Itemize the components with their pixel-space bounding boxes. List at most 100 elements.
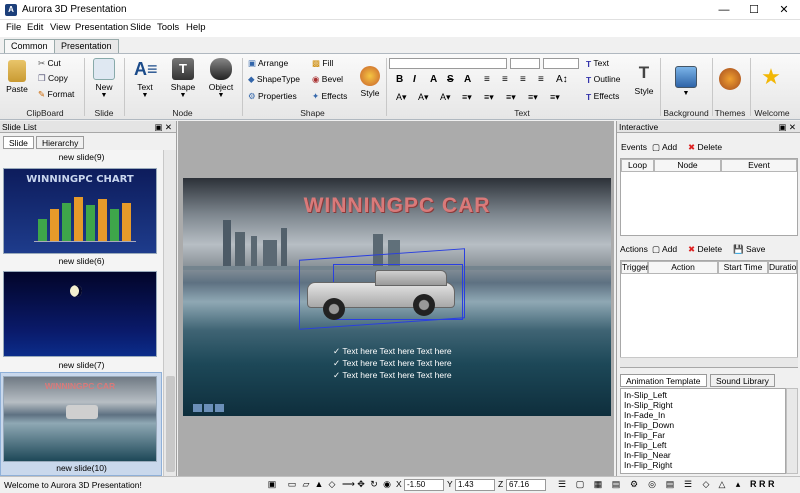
menu-tools[interactable]: Tools — [157, 22, 179, 33]
menu-slide[interactable]: Slide — [130, 22, 151, 33]
save-action-button[interactable]: 💾 Save — [733, 244, 765, 255]
align-left-icon[interactable]: ≡ — [484, 74, 490, 85]
menu-view[interactable]: View — [50, 22, 70, 33]
cube3-icon[interactable]: △ — [716, 479, 728, 490]
grid-icon[interactable]: ▦ — [592, 479, 604, 490]
shadow-icon[interactable]: A▾ — [440, 92, 451, 103]
align-right-icon[interactable]: ≡ — [520, 74, 526, 85]
cube-icon[interactable]: ▱ — [300, 479, 312, 490]
slide-title[interactable]: WINNINGPC CAR — [183, 194, 611, 218]
cube2-icon[interactable]: ▲ — [313, 479, 325, 490]
camera-icon[interactable]: ▣ — [266, 479, 278, 490]
background-button[interactable]: ▼ — [662, 66, 710, 97]
list-item[interactable]: In-Flip_Down — [624, 420, 674, 430]
prev-icon[interactable] — [193, 404, 202, 412]
page-icon[interactable]: ▭ — [286, 479, 298, 490]
bullet-item[interactable]: ✓ Text here Text here Text here — [333, 346, 452, 357]
z-coordinate-input[interactable]: 67.16 — [506, 479, 546, 491]
welcome-button[interactable]: ★ — [754, 66, 788, 90]
slide-thumbnail[interactable]: WINNINGPC CAR — [3, 376, 157, 462]
bullet-item[interactable]: ✓ Text here Text here Text here — [333, 358, 452, 369]
bullet-item[interactable]: ✓ Text here Text here Text here — [333, 370, 452, 381]
list-item[interactable]: In-Slip_Right — [624, 400, 673, 410]
actions-table[interactable] — [620, 260, 798, 368]
list-item[interactable]: In-Flip_Right — [624, 460, 672, 470]
tab-animation-template[interactable]: Animation Template — [620, 374, 707, 387]
close-icon[interactable]: ✕ — [769, 0, 799, 20]
shapetype-button[interactable]: ◆ ShapeType — [248, 74, 300, 85]
slide-thumbnail[interactable] — [3, 271, 157, 357]
y-coordinate-input[interactable]: 1.43 — [455, 479, 495, 491]
list-item[interactable]: In-Flip_Far — [624, 430, 665, 440]
slide-canvas[interactable]: WINNINGPC CAR ✓ Text here Text here Text… — [183, 178, 611, 416]
themes-label[interactable]: Themes — [712, 108, 748, 118]
maximize-icon[interactable]: ☐ — [739, 0, 769, 20]
welcome-label[interactable]: Welcome — [752, 108, 792, 118]
slide-list-scrollbar[interactable] — [163, 150, 176, 476]
view-icon[interactable]: ◇ — [326, 479, 338, 490]
template-scrollbar[interactable] — [786, 388, 798, 474]
font-style-select[interactable] — [543, 58, 579, 69]
scale-icon[interactable]: ◉ — [381, 479, 393, 490]
letter-spacing-icon[interactable]: A↕ — [556, 74, 568, 85]
indent-icon[interactable]: ≡▾ — [484, 92, 494, 103]
list-item[interactable]: In-Flip_Near — [624, 450, 671, 460]
font-a-button[interactable]: A — [430, 74, 437, 85]
font-size-up-icon[interactable]: A▾ — [418, 92, 429, 103]
bullets-icon[interactable]: ≡▾ — [528, 92, 538, 103]
lock-icon[interactable]: ▢ — [574, 479, 586, 490]
text-fill-button[interactable]: A — [464, 74, 471, 85]
cut-button[interactable]: ✂ Cut — [38, 58, 61, 69]
font-size-select[interactable] — [510, 58, 540, 69]
rotate-icon[interactable]: ↻ — [368, 479, 380, 490]
align-icon[interactable]: ☰ — [556, 479, 568, 490]
delete-event-button[interactable]: ✖ Delete — [688, 142, 722, 153]
paste-button[interactable]: Paste — [3, 60, 31, 94]
zoom-icon[interactable]: ◇ — [700, 479, 712, 490]
background-label[interactable]: Background — [662, 108, 710, 118]
add-event-button[interactable]: ▢ Add — [652, 142, 677, 153]
strike-button[interactable]: S — [447, 74, 454, 85]
text-style-button[interactable]: T Text — [586, 58, 609, 69]
bevel-button[interactable]: ◉ Bevel — [312, 74, 343, 85]
layers-icon[interactable]: ☰ — [682, 479, 694, 490]
list-item[interactable]: In-Slip_Left — [624, 390, 667, 400]
list-item[interactable]: In-Fade_In — [624, 410, 665, 420]
frame-icon[interactable]: ▤ — [664, 479, 676, 490]
menu-file[interactable]: File — [6, 22, 21, 33]
tab-hierarchy[interactable]: Hierarchy — [36, 136, 85, 149]
play-icon[interactable] — [204, 404, 213, 412]
tools-icon[interactable]: ▴ — [732, 479, 744, 490]
scroll-up-icon[interactable] — [165, 152, 175, 157]
align-center-icon[interactable]: ≡ — [502, 74, 508, 85]
align-justify-icon[interactable]: ≡ — [538, 74, 544, 85]
delete-action-button[interactable]: ✖ Delete — [688, 244, 722, 255]
copy-button[interactable]: ❐ Copy — [38, 73, 68, 84]
x-coordinate-input[interactable]: -1.50 — [404, 479, 444, 491]
properties-button[interactable]: ⚙ Properties — [248, 91, 297, 102]
style-button[interactable]: Style — [357, 66, 383, 98]
actions-hscroll[interactable] — [620, 357, 798, 367]
menu-edit[interactable]: Edit — [27, 22, 43, 33]
text-effects-button[interactable]: T Effects — [586, 91, 619, 102]
text-button[interactable]: A≡ Text ▼ — [130, 58, 160, 99]
fill-button[interactable]: ▩ Fill — [312, 58, 333, 69]
line-spacing-icon[interactable]: ≡▾ — [506, 92, 516, 103]
settings-icon[interactable]: ⚙ — [628, 479, 640, 490]
list-item[interactable]: In-Flip_Left — [624, 440, 667, 450]
new-slide-button[interactable]: New ▼ — [90, 58, 118, 99]
numbering-icon[interactable]: ≡▾ — [550, 92, 560, 103]
next-icon[interactable] — [215, 404, 224, 412]
car-object[interactable] — [305, 270, 457, 320]
font-color-icon[interactable]: A▾ — [396, 92, 407, 103]
panel-close-icon[interactable]: ▣ ✕ — [778, 121, 796, 133]
effects-button[interactable]: ✦ Effects — [312, 91, 347, 102]
format-button[interactable]: ✎ Format — [38, 89, 74, 100]
menu-help[interactable]: Help — [186, 22, 206, 33]
tab-common[interactable]: Common — [4, 39, 55, 53]
text-style2-button[interactable]: T Style — [632, 62, 656, 96]
font-family-select[interactable] — [389, 58, 507, 69]
target-icon[interactable]: ◎ — [646, 479, 658, 490]
distribute-icon[interactable]: ▤ — [610, 479, 622, 490]
move-icon[interactable]: ✥ — [355, 479, 367, 490]
